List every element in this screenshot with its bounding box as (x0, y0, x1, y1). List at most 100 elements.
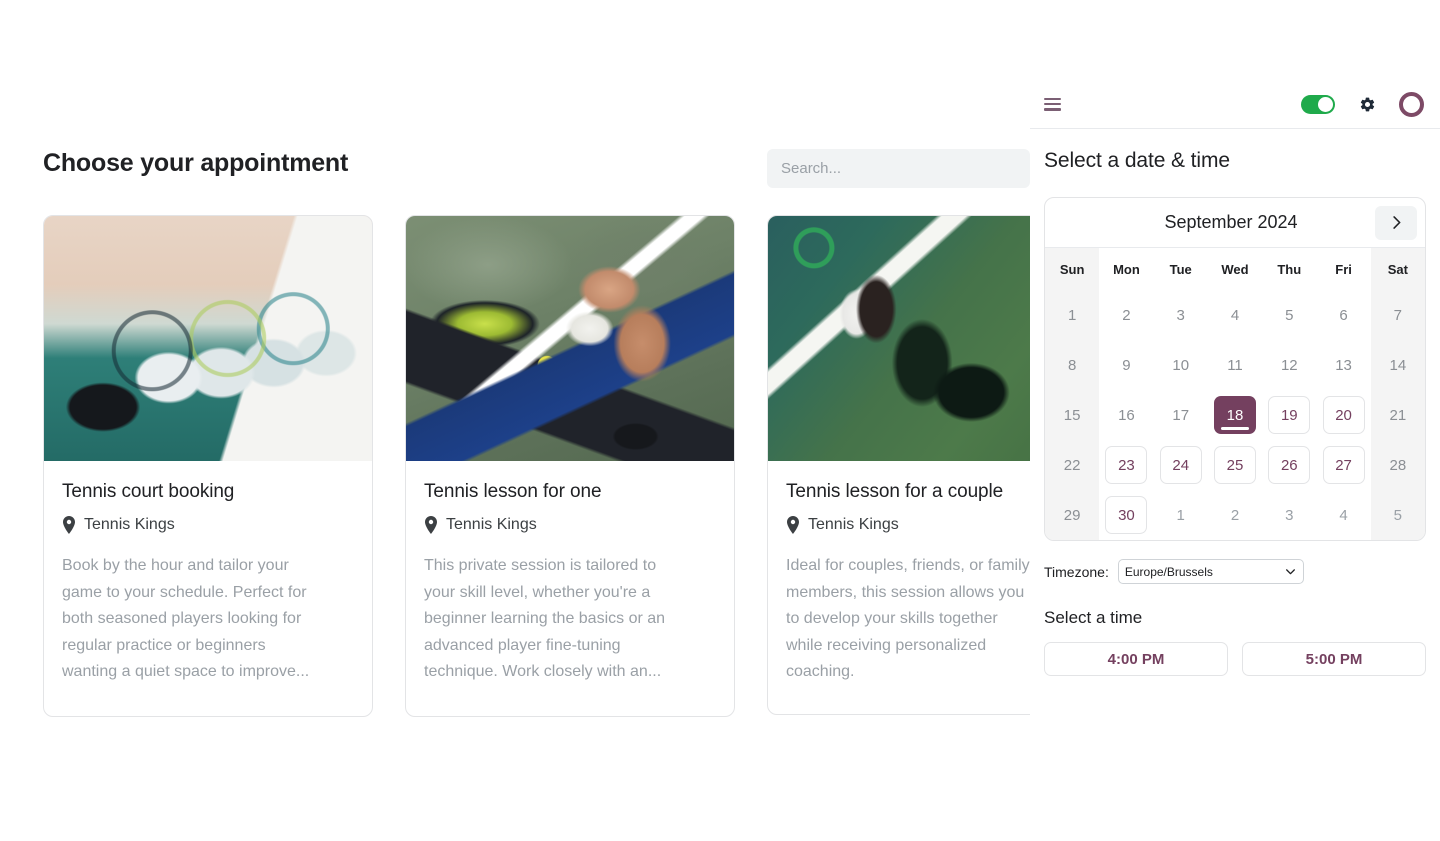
calendar-weekday-tue: Tue (1169, 262, 1192, 277)
appointment-description: This private session is tailored to your… (424, 557, 666, 680)
calendar-day-cell[interactable]: 19 (1262, 390, 1316, 440)
calendar-day-muted: 7 (1393, 306, 1403, 324)
calendar-day-muted: 29 (1063, 506, 1081, 524)
calendar-weekday-wed: Wed (1221, 262, 1249, 277)
calendar-day-available[interactable]: 30 (1105, 496, 1148, 534)
gear-icon[interactable] (1359, 96, 1376, 113)
calendar-day-selected[interactable]: 18 (1213, 396, 1256, 434)
time-slot-button[interactable]: 5:00 PM (1242, 642, 1426, 676)
calendar-weekday-row: Sun Mon Tue Wed Thu Fri Sat (1045, 248, 1425, 290)
calendar-day-cell[interactable]: 20 (1316, 390, 1370, 440)
calendar-day-available[interactable]: 27 (1322, 446, 1365, 484)
calendar-day-cell: 14 (1370, 340, 1425, 390)
appointment-location: Tennis Kings (62, 516, 354, 534)
calendar-day-muted: 5 (1285, 306, 1294, 324)
calendar-weekday-thu: Thu (1277, 262, 1302, 277)
appointment-location-text: Tennis Kings (446, 516, 537, 533)
avatar[interactable] (1399, 91, 1424, 117)
calendar-header: September 2024 (1045, 198, 1425, 248)
calendar-day-muted: 1 (1067, 306, 1077, 324)
calendar-weekday-sun: Sun (1045, 248, 1100, 290)
panel-body: Select a date & time September 2024 Sun M… (1030, 129, 1440, 676)
calendar-day-cell[interactable]: 18 (1208, 390, 1262, 440)
calendar-day-cell[interactable]: 25 (1208, 440, 1262, 490)
calendar-day-cell: 12 (1262, 340, 1316, 390)
appointment-card[interactable]: Tennis lesson for one Tennis Kings This … (405, 215, 735, 717)
calendar-day-muted: 16 (1118, 406, 1135, 424)
calendar-day-cell: 28 (1370, 440, 1425, 490)
panel-title: Select a date & time (1044, 149, 1230, 172)
calendar-next-month-button[interactable] (1375, 205, 1417, 240)
calendar-day-cell: 5 (1262, 290, 1316, 340)
location-pin-icon (787, 516, 799, 534)
calendar-day-cell[interactable]: 26 (1262, 440, 1316, 490)
appointment-photo (406, 216, 734, 461)
calendar-day-cell: 22 (1045, 440, 1100, 490)
calendar-day-cell: 9 (1099, 340, 1153, 390)
calendar-day-cell: 2 (1099, 290, 1153, 340)
app-root: Choose your appointment Tennis court boo… (0, 0, 1440, 841)
appointment-description: Book by the hour and tailor your game to… (62, 557, 310, 680)
calendar-day-out: 2 (1230, 506, 1240, 524)
calendar-day-out: 3 (1285, 506, 1294, 524)
calendar-day-muted: 13 (1335, 356, 1352, 374)
calendar-day-cell[interactable]: 27 (1316, 440, 1370, 490)
calendar-day-available[interactable]: 23 (1105, 446, 1148, 484)
calendar-day-available[interactable]: 20 (1322, 396, 1365, 434)
calendar-day-muted: 11 (1227, 356, 1243, 374)
calendar-day-cell: 11 (1208, 340, 1262, 390)
chevron-right-icon (1392, 216, 1400, 229)
calendar-day-muted: 28 (1389, 456, 1407, 474)
calendar-day-available[interactable]: 19 (1268, 396, 1311, 434)
calendar-day-cell: 13 (1316, 340, 1370, 390)
appointment-photo (44, 216, 372, 461)
calendar-month-label: September 2024 (1164, 212, 1298, 232)
calendar-day-cell[interactable]: 30 (1099, 490, 1153, 540)
panel-header (1030, 80, 1440, 129)
calendar-day-out: 1 (1176, 506, 1185, 524)
time-slot-button[interactable]: 4:00 PM (1044, 642, 1228, 676)
calendar-day-cell: 3 (1154, 290, 1208, 340)
appointment-location: Tennis Kings (424, 516, 716, 534)
calendar-day-muted: 21 (1389, 406, 1407, 424)
calendar-day-available[interactable]: 25 (1213, 446, 1256, 484)
appointment-location-text: Tennis Kings (808, 516, 899, 533)
theme-toggle[interactable] (1301, 94, 1335, 114)
timezone-select[interactable]: Europe/Brussels (1117, 559, 1304, 584)
calendar-weekday-mon: Mon (1113, 262, 1140, 277)
calendar-day-out: 5 (1393, 506, 1403, 524)
calendar-day-muted: 12 (1280, 356, 1298, 374)
calendar-day-cell: 7 (1370, 290, 1425, 340)
calendar-day-cell: 21 (1370, 390, 1425, 440)
calendar-day-cell: 17 (1154, 390, 1208, 440)
calendar-day-out: 4 (1339, 506, 1348, 524)
calendar-day-cell: 2 (1208, 490, 1262, 540)
toggle-knob (1318, 96, 1333, 112)
calendar-day-available[interactable]: 26 (1268, 446, 1311, 484)
calendar-day-muted: 4 (1230, 306, 1240, 324)
calendar-day-cell[interactable]: 23 (1099, 440, 1153, 490)
calendar-day-muted: 8 (1067, 356, 1077, 374)
appointment-location-text: Tennis Kings (84, 516, 175, 533)
scheduling-panel: Select a date & time September 2024 Sun M… (1030, 80, 1440, 841)
select-a-time-label: Select a time (1044, 608, 1143, 627)
calendar-day-cell: 15 (1045, 390, 1100, 440)
calendar-day-cell: 10 (1154, 340, 1208, 390)
calendar-day-grid: 1 2 3 4 5 6 7 8 9 10 11 12 13 14 15 16 17 18 19 20 21 22 23 24 2… (1045, 290, 1425, 540)
location-pin-icon (63, 516, 75, 534)
appointment-title: Tennis lesson for one (424, 481, 602, 502)
calendar-day-cell: 4 (1316, 490, 1370, 540)
calendar-day-available[interactable]: 24 (1159, 446, 1202, 484)
calendar-day-cell: 29 (1045, 490, 1100, 540)
calendar-day-muted: 15 (1063, 406, 1081, 424)
appointment-card[interactable]: Tennis court booking Tennis Kings Book b… (43, 215, 373, 717)
calendar-day-muted: 14 (1389, 356, 1407, 374)
calendar-day-cell: 5 (1370, 490, 1425, 540)
chevron-down-icon (1285, 569, 1295, 575)
hamburger-icon[interactable] (1044, 97, 1061, 111)
calendar-day-cell[interactable]: 24 (1154, 440, 1208, 490)
timezone-label: Timezone: (1044, 563, 1109, 580)
calendar: September 2024 Sun Mon Tue Wed Thu Fri Sat 123… (1044, 197, 1426, 541)
calendar-day-cell: 16 (1099, 390, 1153, 440)
calendar-day-muted: 10 (1172, 356, 1190, 374)
